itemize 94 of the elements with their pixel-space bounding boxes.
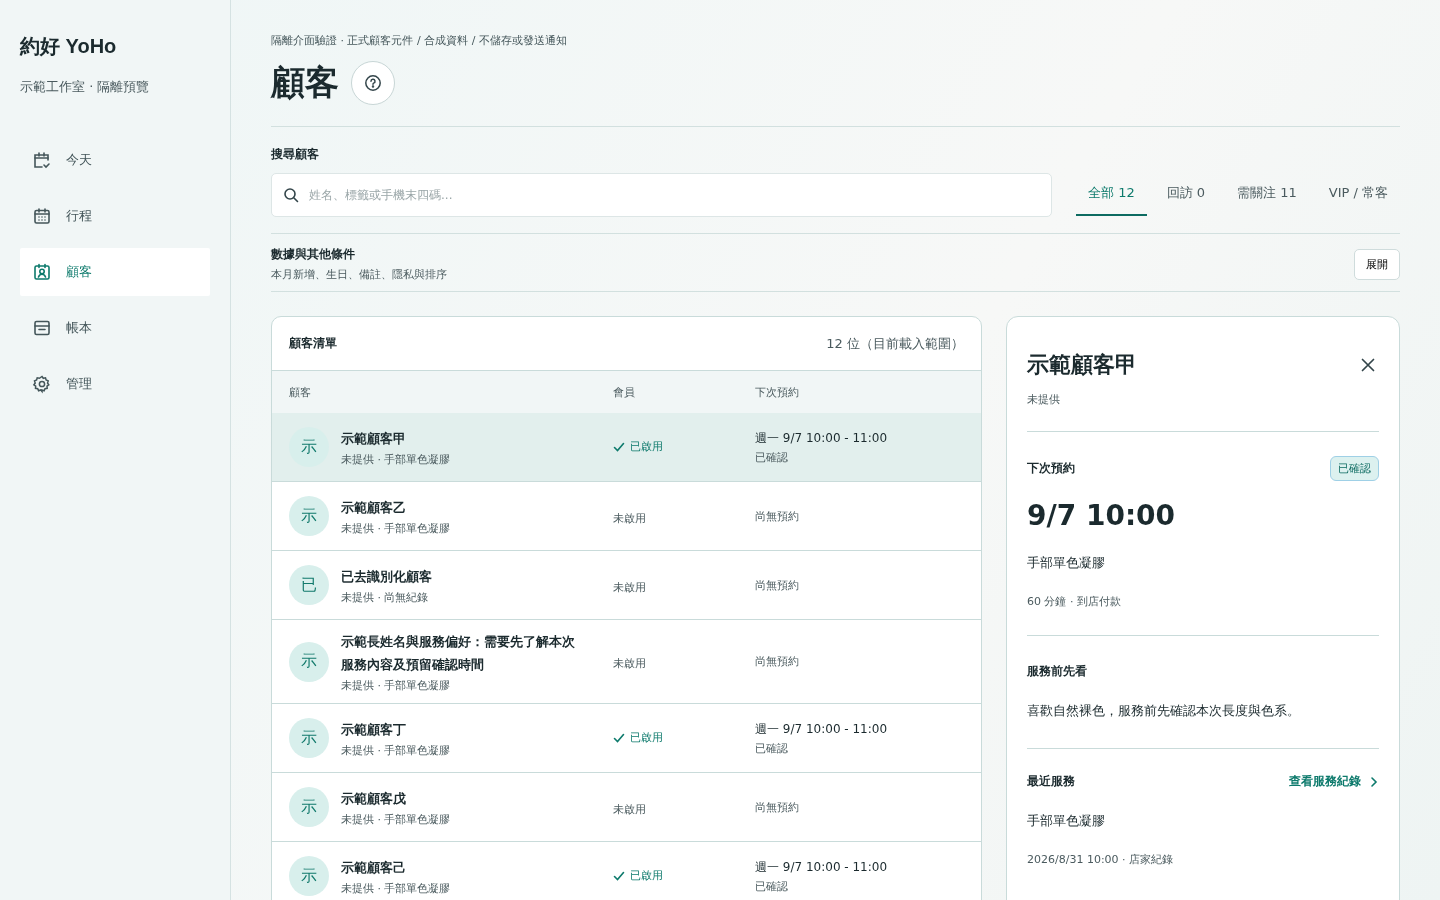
nav-item[interactable]: 管理 xyxy=(20,360,210,408)
column-header: 下次預約 xyxy=(755,384,800,400)
search-label: 搜尋顧客 xyxy=(271,146,320,163)
appointment-status: 已確認 xyxy=(755,740,789,756)
filter-tab[interactable]: 回訪 0 xyxy=(1154,174,1218,216)
customer-name: 示範顧客甲 xyxy=(1027,351,1137,379)
breadcrumb: 隔離介面驗證 · 正式顧客元件 / 合成資料 / 不儲存或發送通知 xyxy=(271,33,568,48)
column-header: 會員 xyxy=(613,384,636,400)
avatar: 已 xyxy=(289,565,329,605)
customer-name: 示範長姓名與服務偏好：需要先了解本次服務內容及預留確認時間 xyxy=(341,633,576,674)
close-icon xyxy=(1361,358,1375,372)
customer-row[interactable]: 示 示範顧客甲 未提供 · 手部單色凝膠 已啟用 週一 9/7 10:00 - 11:00 已確認 xyxy=(272,413,981,482)
appointment-status: 已確認 xyxy=(755,449,789,465)
appointment-time: 9/7 10:00 xyxy=(1027,499,1177,532)
customer-meta: 未提供 · 尚無紀錄 xyxy=(341,590,430,605)
next-appointment: 尚無預約 xyxy=(755,508,800,524)
service-name: 手部單色凝膠 xyxy=(1027,554,1106,572)
customer-row[interactable]: 已 已去識別化顧客 未提供 · 尚無紀錄 未啟用 尚無預約 xyxy=(272,551,981,620)
customer-meta: 未提供 · 手部單色凝膠 xyxy=(341,678,452,693)
customer-name: 示範顧客己 xyxy=(341,859,407,877)
service-meta: 2026/8/31 10:00 · 店家紀錄 xyxy=(1027,852,1175,867)
customer-row[interactable]: 示 示範顧客己 未提供 · 手部單色凝膠 已啟用 週一 9/7 10:00 - 11:00 已確認 xyxy=(272,842,981,900)
customer-name: 示範顧客甲 xyxy=(341,430,407,448)
ledger-icon xyxy=(32,318,52,338)
list-count: 12 位（目前載入範圍） xyxy=(826,334,964,353)
avatar: 示 xyxy=(289,641,329,682)
next-appointment: 尚無預約 xyxy=(755,654,800,669)
filter-tab[interactable]: 需關注 11 xyxy=(1225,174,1309,216)
filters-title: 數據與其他條件 xyxy=(271,246,356,263)
calendar-check-icon xyxy=(32,150,52,170)
status-badge: 已確認 xyxy=(1330,456,1379,481)
customer-row[interactable]: 示 示範顧客戊 未提供 · 手部單色凝膠 未啟用 尚無預約 xyxy=(272,773,981,842)
next-appointment: 週一 9/7 10:00 - 11:00 xyxy=(755,858,889,876)
chevron-right-icon xyxy=(1369,775,1379,788)
appointment-info: 60 分鐘 · 到店付款 xyxy=(1027,594,1122,609)
avatar: 示 xyxy=(289,427,329,467)
filter-tab[interactable]: 全部 12 xyxy=(1076,174,1147,216)
customer-meta: 未提供 · 手部單色凝膠 xyxy=(341,812,451,827)
check-icon xyxy=(613,440,625,453)
filter-tab[interactable]: VIP / 常客 xyxy=(1316,174,1400,216)
section-label: 下次預約 xyxy=(1027,460,1075,477)
member-status: 已啟用 xyxy=(613,730,663,745)
search-icon xyxy=(283,187,299,203)
filters-subtitle: 本月新增、生日、備註、隱私與排序 xyxy=(271,267,447,282)
next-appointment: 週一 9/7 10:00 - 11:00 xyxy=(755,429,889,447)
member-status: 已啟用 xyxy=(613,439,663,454)
help-button[interactable] xyxy=(351,61,395,105)
customer-row[interactable]: 示 示範顧客乙 未提供 · 手部單色凝膠 未啟用 尚無預約 xyxy=(272,482,981,551)
section-label: 服務前先看 xyxy=(1027,663,1088,680)
section-label: 最近服務 xyxy=(1027,773,1075,790)
next-appointment: 尚無預約 xyxy=(755,577,800,593)
customer-name: 示範顧客戊 xyxy=(341,790,407,808)
customer-name: 示範顧客乙 xyxy=(341,499,407,517)
customer-name: 示範顧客丁 xyxy=(341,721,407,739)
nav-item[interactable]: 顧客 xyxy=(20,248,210,296)
avatar: 示 xyxy=(289,496,329,536)
expand-button[interactable]: 展開 xyxy=(1354,248,1400,280)
customer-meta: 未提供 · 手部單色凝膠 xyxy=(341,521,451,536)
member-status: 未啟用 xyxy=(613,656,646,671)
avatar: 示 xyxy=(289,787,329,827)
member-status: 已啟用 xyxy=(613,868,663,883)
nav-item[interactable]: 今天 xyxy=(20,136,210,184)
nav-item[interactable]: 帳本 xyxy=(20,304,210,352)
customer-phone: 未提供 xyxy=(1027,392,1061,407)
search-field[interactable]: 姓名、標籤或手機末四碼... xyxy=(271,173,1052,217)
service-notes: 喜歡自然裸色，服務前先確認本次長度與色系。 xyxy=(1027,702,1301,720)
member-status: 未啟用 xyxy=(613,510,646,526)
studio-name: 示範工作室 · 隔離預覽 xyxy=(20,78,151,96)
customer-row[interactable]: 示 示範顧客丁 未提供 · 手部單色凝膠 已啟用 週一 9/7 10:00 - 11:00 已確認 xyxy=(272,704,981,773)
history-link[interactable]: 查看服務紀錄 xyxy=(1289,773,1379,790)
page-title: 顧客 xyxy=(271,61,339,104)
customer-meta: 未提供 · 手部單色凝膠 xyxy=(341,743,451,758)
nav-item[interactable]: 行程 xyxy=(20,192,210,240)
member-status: 未啟用 xyxy=(613,579,646,595)
help-icon xyxy=(364,74,382,92)
check-icon xyxy=(613,869,625,882)
next-appointment: 尚無預約 xyxy=(755,799,800,815)
customer-meta: 未提供 · 手部單色凝膠 xyxy=(341,881,451,896)
contact-card-icon xyxy=(32,262,52,282)
calendar-icon xyxy=(32,206,52,226)
customer-row[interactable]: 示 示範長姓名與服務偏好：需要先了解本次服務內容及預留確認時間 未提供 · 手部單色凝膠 未啟用 尚無預約 xyxy=(272,620,981,704)
customer-meta: 未提供 · 手部單色凝膠 xyxy=(341,452,451,467)
avatar: 示 xyxy=(289,856,329,896)
list-title: 顧客清單 xyxy=(289,335,337,352)
brand-name: 約好 YoHo xyxy=(20,34,118,59)
service-name: 手部單色凝膠 xyxy=(1027,812,1106,830)
next-appointment: 週一 9/7 10:00 - 11:00 xyxy=(755,720,889,738)
settings-icon xyxy=(32,374,52,394)
column-header: 顧客 xyxy=(289,384,312,400)
customer-name: 已去識別化顧客 xyxy=(341,568,432,586)
check-icon xyxy=(613,731,625,744)
avatar: 示 xyxy=(289,718,329,758)
member-status: 未啟用 xyxy=(613,801,646,817)
appointment-status: 已確認 xyxy=(755,878,789,894)
